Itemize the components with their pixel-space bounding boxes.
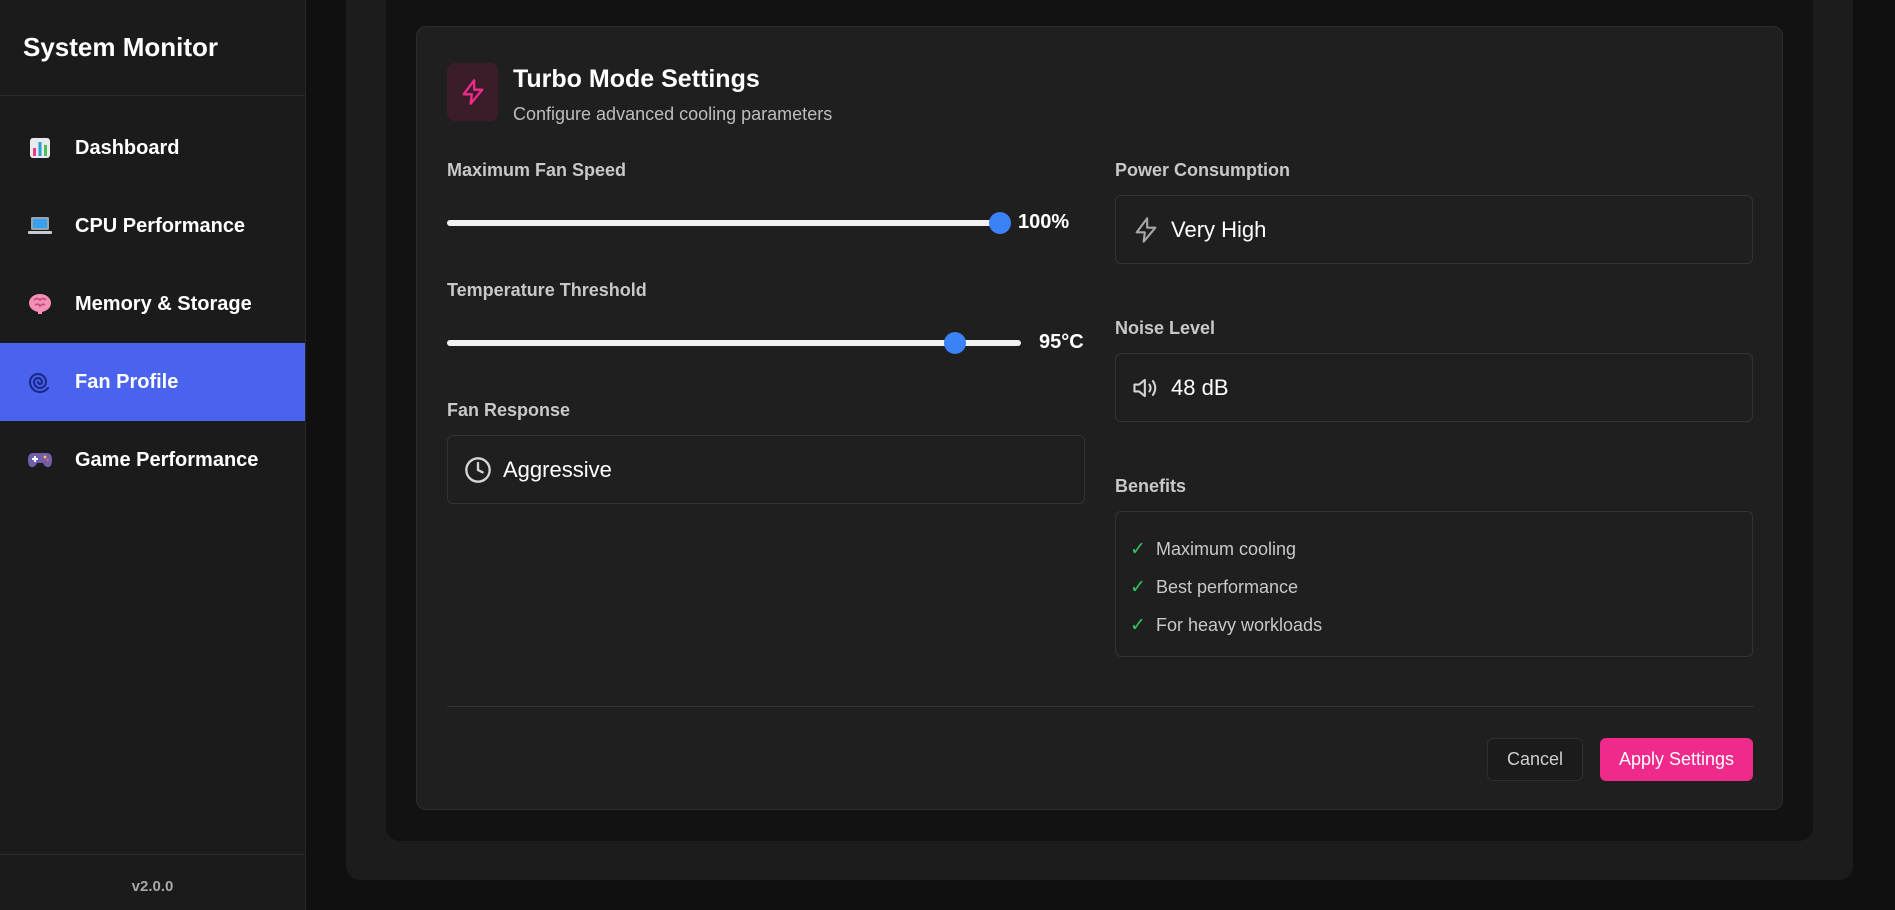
temperature-threshold-slider[interactable] [447,331,1021,354]
benefit-text: For heavy workloads [1156,614,1323,635]
card-subtitle: Configure advanced cooling parameters [513,104,833,124]
noise-level-value: 48 dB [1171,374,1229,400]
noise-level-label: Noise Level [1115,318,1216,338]
card-title: Turbo Mode Settings [513,65,760,93]
lightning-icon [447,63,498,121]
slider-thumb[interactable] [989,211,1011,234]
temperature-threshold-value: 95°C [1039,331,1084,353]
fan-response-label: Fan Response [447,400,571,420]
sidebar-item-label: Fan Profile [75,370,179,393]
max-fan-speed-row: 100% [447,211,1069,234]
slider-thumb[interactable] [943,331,966,354]
max-fan-speed-slider[interactable] [447,211,1011,234]
checkmark-icon: ✓ [1130,576,1146,598]
divider [447,706,1754,707]
checkmark-icon: ✓ [1130,614,1146,636]
bar-chart-icon [25,133,55,163]
app-title: System Monitor [0,0,305,96]
benefits-label: Benefits [1115,476,1187,496]
fan-response-value: Aggressive [503,456,612,482]
sidebar-item-memory-storage[interactable]: Memory & Storage [0,265,305,343]
turbo-mode-settings-card: Turbo Mode Settings Configure advanced c… [416,26,1783,810]
sidebar-item-game-performance[interactable]: Game Performance [0,421,305,499]
sidebar-item-dashboard[interactable]: Dashboard [0,109,305,187]
sidebar-item-label: Dashboard [75,136,180,159]
lightning-icon [1131,215,1161,245]
sidebar-item-label: Memory & Storage [75,292,252,315]
max-fan-speed-label: Maximum Fan Speed [447,160,627,180]
fan-response-field: Aggressive [447,435,1085,504]
apply-settings-button[interactable]: Apply Settings [1600,738,1753,781]
noise-level-field: 48 dB [1115,353,1753,422]
power-consumption-label: Power Consumption [1115,160,1290,180]
sidebar-item-cpu-performance[interactable]: CPU Performance [0,187,305,265]
temperature-threshold-label: Temperature Threshold [447,280,647,300]
sidebar-nav: Dashboard CPU Performance Memory & Stora… [0,109,305,499]
temperature-threshold-row: 95°C [447,331,1084,354]
cancel-button[interactable]: Cancel [1487,738,1583,781]
checkmark-icon: ✓ [1130,538,1146,560]
laptop-icon [25,211,55,241]
benefits-list: ✓ Maximum cooling ✓ Best performance ✓ F… [1115,511,1753,657]
max-fan-speed-value: 100% [1018,211,1070,233]
gamepad-icon [25,445,55,475]
cyclone-icon [25,367,55,397]
speaker-icon [1131,373,1161,403]
sidebar-item-label: CPU Performance [75,214,246,237]
list-item: ✓ Maximum cooling [1130,530,1752,568]
benefit-text: Maximum cooling [1156,538,1297,559]
power-consumption-field: Very High [1115,195,1753,264]
brain-icon [25,289,55,319]
sidebar-item-label: Game Performance [75,448,259,471]
list-item: ✓ For heavy workloads [1130,606,1752,644]
card-header: Turbo Mode Settings Configure advanced c… [447,63,832,125]
sidebar-item-fan-profile[interactable]: Fan Profile [0,343,305,421]
clock-icon [463,455,493,485]
list-item: ✓ Best performance [1130,568,1752,606]
benefit-text: Best performance [1156,576,1299,597]
app-version: v2.0.0 [0,854,305,910]
sidebar: System Monitor Dashboard CPU Performance… [0,0,306,910]
power-consumption-value: Very High [1171,216,1267,242]
